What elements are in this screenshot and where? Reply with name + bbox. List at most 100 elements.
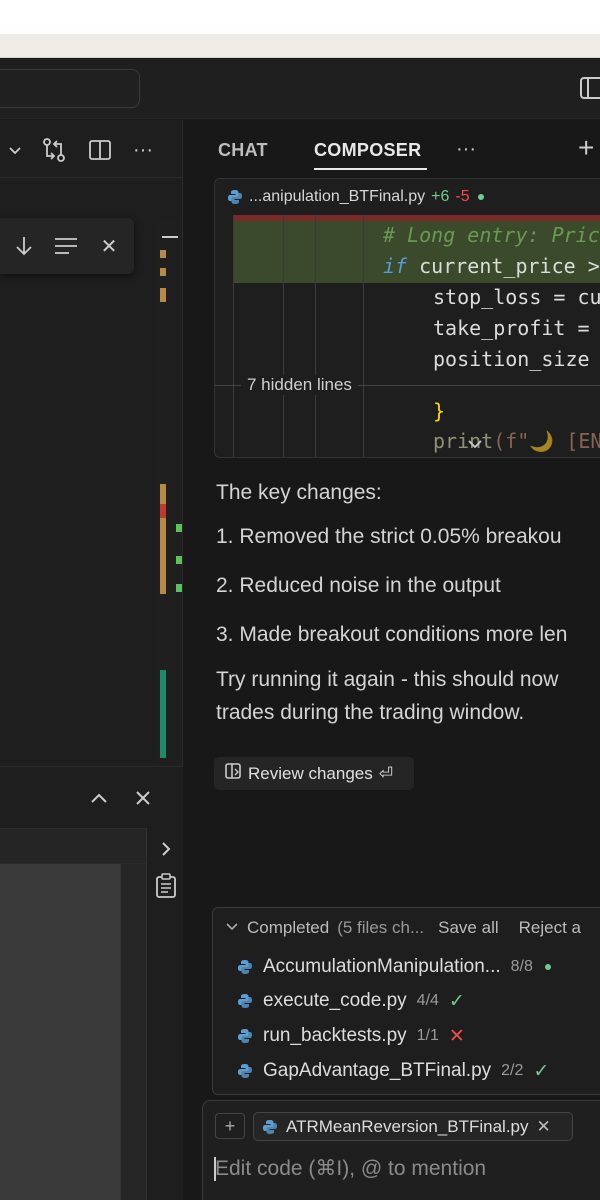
- file-name: GapAdvantage_BTFinal.py: [263, 1060, 492, 1081]
- indent-guide: [363, 215, 364, 457]
- terminal[interactable]: [0, 864, 120, 1200]
- message-intro: The key changes:: [216, 481, 382, 504]
- minimap-marker: [160, 504, 166, 518]
- file-name: execute_code.py: [263, 990, 407, 1011]
- add-context-button[interactable]: +: [215, 1113, 245, 1139]
- minimap-marker: [176, 524, 182, 532]
- review-changes-button[interactable]: Review changes ⏎: [214, 757, 414, 790]
- code-line: position_size: [433, 347, 590, 371]
- editor-toolbar: ···: [0, 120, 183, 178]
- python-file-icon: [262, 1119, 278, 1135]
- source-control-compare-icon[interactable]: [38, 134, 70, 166]
- enter-key-icon: ⏎: [378, 763, 393, 783]
- file-name: AccumulationManipulation...: [263, 956, 501, 977]
- accepted-check-icon: ✓: [533, 1060, 550, 1082]
- window-top-bar: [0, 0, 600, 34]
- hidden-lines-toggle[interactable]: 7 hidden lines: [241, 375, 358, 395]
- find-widget: ✕: [0, 218, 134, 274]
- chevron-right-icon[interactable]: [155, 838, 177, 860]
- command-center-search[interactable]: [0, 69, 140, 108]
- context-file-name: ATRMeanReversion_BTFinal.py: [286, 1116, 529, 1136]
- more-options-icon[interactable]: ···: [456, 138, 476, 161]
- python-file-icon: [237, 993, 253, 1009]
- clipboard-icon[interactable]: [153, 872, 179, 900]
- minimap-marker: [160, 670, 166, 758]
- maximize-panel-icon[interactable]: [86, 785, 112, 811]
- minimap-marker: [160, 288, 166, 302]
- changed-file-row[interactable]: run_backtests.py 1/1 ✕: [223, 1020, 600, 1052]
- file-change-count: 4/4: [416, 992, 439, 1009]
- window-tab-strip: [0, 34, 600, 58]
- panel-header: [0, 766, 183, 828]
- completed-files-panel: Completed (5 files ch... Save all Reject…: [212, 907, 600, 1095]
- changed-file-row[interactable]: AccumulationManipulation... 8/8: [223, 951, 600, 983]
- message-list-item: 3. Made breakout conditions more len: [216, 623, 568, 646]
- minimap-marker: [160, 250, 166, 258]
- active-tab-indicator: [314, 168, 427, 170]
- python-file-icon: [237, 1063, 253, 1079]
- terminal-sidebar: [146, 828, 183, 1200]
- tab-composer[interactable]: COMPOSER: [314, 140, 421, 161]
- changed-file-row[interactable]: execute_code.py 4/4 ✓: [223, 985, 600, 1017]
- indent-guide: [233, 215, 234, 457]
- reject-all-button[interactable]: Reject a: [519, 918, 581, 938]
- more-actions-icon[interactable]: ···: [128, 136, 158, 164]
- python-file-icon: [237, 1028, 253, 1044]
- expand-diff-icon[interactable]: [467, 437, 483, 455]
- message-list-item: 1. Removed the strict 0.05% breakou: [216, 525, 562, 548]
- code-line: take_profit =: [433, 316, 590, 340]
- changed-file-row[interactable]: GapAdvantage_BTFinal.py 2/2 ✓: [223, 1055, 600, 1087]
- file-change-count: 8/8: [510, 958, 533, 975]
- code-line: stop_loss = cu: [433, 285, 600, 309]
- minimap-marker: [176, 584, 182, 592]
- editor-pane: ··· ✕: [0, 120, 183, 1200]
- minimap-marker: [160, 268, 166, 276]
- minimap-marker: [160, 518, 166, 594]
- terminal-scrollbar[interactable]: [120, 864, 146, 1200]
- message-paragraph: Try running it again - this should now: [216, 668, 559, 691]
- code-line: if current_price >: [383, 254, 600, 278]
- minimap-marker: [160, 484, 166, 504]
- review-icon: [224, 762, 242, 785]
- chevron-down-icon[interactable]: [4, 138, 26, 162]
- modified-dot-icon: [477, 194, 484, 200]
- composer-prompt-input[interactable]: [215, 1151, 600, 1187]
- arrow-down-icon[interactable]: [12, 234, 36, 258]
- code-line: # Long entry: Pric: [383, 223, 600, 247]
- toggle-panel-icon[interactable]: [579, 75, 600, 101]
- find-in-selection-icon[interactable]: [52, 234, 80, 258]
- remove-context-icon[interactable]: ✕: [537, 1117, 551, 1137]
- modified-dot-icon: [544, 964, 551, 970]
- diff-filename: ...anipulation_BTFinal.py: [249, 188, 426, 205]
- diff-header[interactable]: ...anipulation_BTFinal.py +6 -5: [215, 179, 600, 215]
- close-find-icon[interactable]: ✕: [96, 234, 122, 258]
- minimap[interactable]: [158, 218, 182, 774]
- completed-header[interactable]: Completed (5 files ch... Save all Reject…: [213, 908, 600, 948]
- indent-guide: [315, 215, 316, 457]
- indent-guide: [283, 215, 284, 457]
- python-file-icon: [237, 959, 253, 975]
- context-file-chip[interactable]: ATRMeanReversion_BTFinal.py ✕: [253, 1112, 573, 1141]
- message-list-item: 2. Reduced noise in the output: [216, 574, 501, 597]
- minimap-slider[interactable]: [162, 236, 178, 238]
- tab-chat[interactable]: CHAT: [218, 140, 268, 161]
- new-composer-icon[interactable]: +: [578, 132, 594, 164]
- composer-input-box: + ATRMeanReversion_BTFinal.py ✕: [202, 1100, 600, 1200]
- diff-preview[interactable]: ...anipulation_BTFinal.py +6 -5 # Long e…: [214, 178, 600, 458]
- chevron-down-icon[interactable]: [225, 918, 239, 938]
- text-caret: [214, 1157, 216, 1181]
- save-all-button[interactable]: Save all: [438, 918, 498, 938]
- completed-summary: (5 files ch...: [337, 918, 425, 937]
- file-change-count: 1/1: [416, 1027, 439, 1044]
- file-change-count: 2/2: [501, 1062, 524, 1079]
- code-line: print(f"🌙 [EN: [433, 429, 600, 453]
- close-panel-icon[interactable]: [130, 785, 156, 811]
- title-bar: [0, 59, 600, 119]
- review-changes-label: Review changes: [248, 763, 373, 783]
- diff-additions: +6: [431, 188, 450, 205]
- completed-label: Completed: [247, 918, 330, 937]
- diff-deletions: -5: [455, 188, 470, 205]
- code-editor[interactable]: [0, 218, 158, 766]
- split-editor-icon[interactable]: [86, 136, 114, 164]
- minimap-marker: [176, 556, 182, 564]
